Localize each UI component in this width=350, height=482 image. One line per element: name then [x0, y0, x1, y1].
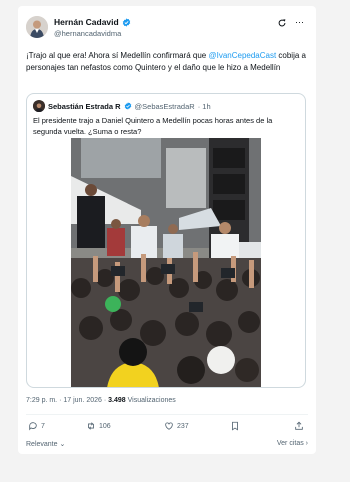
- repost-icon: [88, 422, 94, 430]
- repost-count: 106: [99, 422, 111, 430]
- post-date[interactable]: · 17 jun. 2026 ·: [59, 397, 106, 404]
- reply-button[interactable]: 7: [28, 421, 45, 431]
- replies-footer: Relevante ⌄ Ver citas ›: [26, 440, 308, 450]
- author-handle[interactable]: @hernancadavidma: [54, 29, 131, 38]
- quoted-post-time: · 1h: [197, 101, 211, 111]
- reply-icon: [29, 422, 37, 431]
- bookmark-button[interactable]: [230, 421, 240, 431]
- quoted-author-avatar: [33, 100, 45, 112]
- sort-dropdown[interactable]: Relevante ⌄: [26, 440, 65, 448]
- quoted-post-text: El presidente trajo a Daniel Quintero a …: [33, 116, 273, 136]
- grok-icon[interactable]: [277, 18, 287, 28]
- bookmark-icon: [232, 421, 238, 431]
- share-button[interactable]: [294, 421, 304, 431]
- views-label: Visualizaciones: [127, 397, 176, 404]
- like-button[interactable]: 237: [164, 421, 189, 431]
- verified-badge-icon: [124, 102, 131, 110]
- action-bar: 7 106 237: [28, 421, 308, 435]
- post-time[interactable]: 7:29 p. m.: [26, 397, 57, 404]
- share-icon: [295, 421, 303, 430]
- quoted-post[interactable]: Sebastián Estrada R @SebasEstradaR · 1h …: [26, 93, 306, 388]
- post-card: Hernán Cadavid @hernancadavidma ⋯ ¡Trajo…: [18, 6, 316, 454]
- mention-link[interactable]: @IvanCepedaCast: [208, 51, 276, 60]
- quoted-author-name: Sebastián Estrada R: [48, 101, 121, 111]
- post-meta: 7:29 p. m. · 17 jun. 2026 · 3.498 Visual…: [26, 397, 176, 404]
- author-avatar[interactable]: [26, 16, 48, 38]
- quoted-post-header: Sebastián Estrada R @SebasEstradaR · 1h: [33, 100, 299, 112]
- author-name[interactable]: Hernán Cadavid: [54, 17, 119, 27]
- view-quotes-link[interactable]: Ver citas ›: [277, 440, 308, 447]
- reply-count: 7: [41, 422, 45, 430]
- like-count: 237: [177, 422, 189, 430]
- post-text-part: ¡Trajo al que era! Ahora sí Medellín con…: [26, 51, 209, 60]
- verified-badge-icon: [122, 17, 130, 27]
- quoted-post-photo[interactable]: [71, 138, 261, 387]
- like-icon: [165, 422, 173, 430]
- post-text: ¡Trajo al que era! Ahora sí Medellín con…: [26, 50, 308, 74]
- views-count: 3.498: [108, 397, 126, 404]
- quoted-author-handle: @SebasEstradaR: [134, 101, 195, 111]
- repost-button[interactable]: 106: [86, 421, 111, 431]
- divider: [26, 414, 308, 415]
- post-header: Hernán Cadavid @hernancadavidma ⋯: [26, 16, 308, 44]
- more-icon[interactable]: ⋯: [295, 17, 304, 28]
